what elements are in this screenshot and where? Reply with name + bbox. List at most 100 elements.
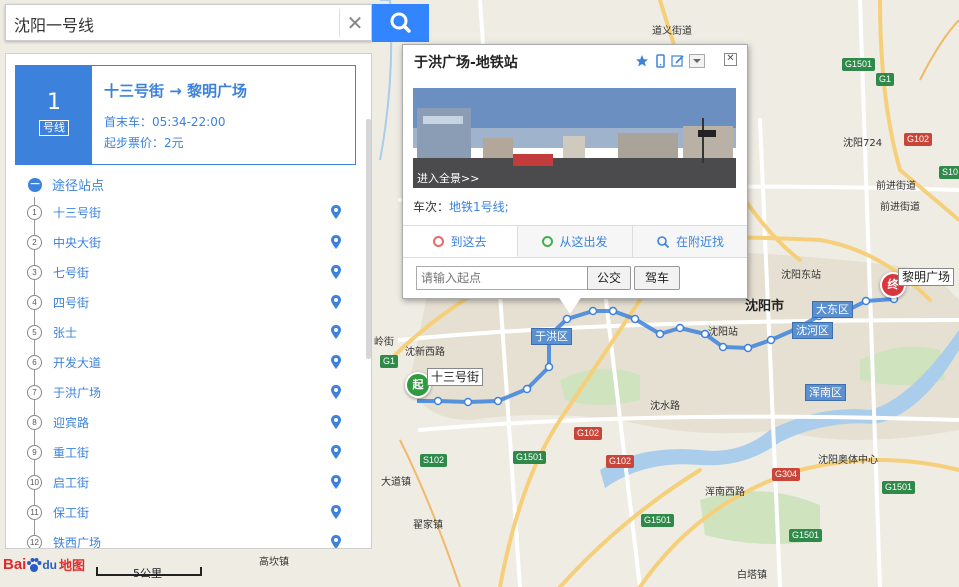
popup-title: 于洪广场-地铁站 [414, 55, 518, 71]
stop-number: 9 [27, 445, 42, 460]
stop-number: 12 [27, 535, 42, 548]
map-pin-icon[interactable] [330, 354, 342, 370]
bus-button[interactable]: 公交 [587, 266, 631, 290]
road-shield: G102 [574, 427, 603, 440]
origin-icon [542, 236, 554, 247]
stop-number: 5 [27, 325, 42, 340]
stops-toggle[interactable]: − 途径站点 [28, 175, 104, 194]
map-pin-icon[interactable] [330, 204, 342, 220]
stop-number: 10 [27, 475, 42, 490]
stop-number: 1 [27, 205, 42, 220]
road-shield: G1 [380, 355, 399, 368]
stop-item[interactable]: 10 启工街 [6, 467, 356, 497]
stop-name[interactable]: 中央大街 [53, 234, 101, 251]
stop-name[interactable]: 开发大道 [53, 354, 101, 371]
close-icon[interactable]: ✕ [339, 9, 370, 37]
stop-name[interactable]: 保工街 [53, 504, 89, 521]
district-label: 大东区 [812, 301, 853, 318]
stop-item[interactable]: 3 七号街 [6, 257, 356, 287]
map-label: 道义街道 [652, 26, 692, 37]
road-shield: G1501 [641, 514, 675, 527]
tab-label: 到这去 [450, 234, 487, 249]
search-input[interactable] [12, 10, 326, 38]
map-label: 前进街道 [876, 181, 916, 192]
map-pin-icon[interactable] [330, 324, 342, 340]
tab-start-here[interactable]: 从这出发 [518, 226, 633, 257]
tab-label: 从这出发 [559, 235, 608, 249]
map-pin-icon[interactable] [330, 504, 342, 520]
popup-pointer [558, 296, 582, 314]
drive-button[interactable]: 驾车 [634, 266, 680, 290]
baidu-map-logo[interactable]: Bai du 地图 [3, 555, 85, 574]
line-detail-panel: 1 号线 十三号街 → 黎明广场 首末车：05:34-22:00 起步票价：2元… [5, 53, 372, 549]
map-pin-icon[interactable] [330, 444, 342, 460]
tab-nearby[interactable]: 在附近找 [633, 226, 747, 257]
stop-name[interactable]: 迎宾路 [53, 414, 89, 431]
map-label: 沈阳724 [843, 138, 883, 149]
start-point-input[interactable] [416, 266, 589, 290]
stop-name[interactable]: 于洪广场 [53, 384, 101, 401]
stop-item[interactable]: 7 于洪广场 [6, 377, 356, 407]
map-pin-icon[interactable] [330, 414, 342, 430]
star-icon[interactable] [635, 54, 649, 68]
stop-item[interactable]: 11 保工街 [6, 497, 356, 527]
logo-text: Bai [3, 556, 27, 573]
stop-item[interactable]: 12 铁西广场 [6, 527, 356, 549]
stop-name[interactable]: 铁西广场 [53, 534, 101, 548]
start-marker-label: 十三号街 [427, 368, 484, 386]
road-shield: G1501 [842, 58, 876, 71]
map-pin-icon[interactable] [330, 294, 342, 310]
line-card[interactable]: 1 号线 十三号街 → 黎明广场 首末车：05:34-22:00 起步票价：2元 [15, 65, 356, 165]
tab-label: 在附近找 [675, 235, 724, 249]
stop-name[interactable]: 启工街 [53, 474, 89, 491]
tab-go-here[interactable]: 到这去 [403, 226, 518, 257]
map-label: 白塔镇 [737, 570, 767, 581]
scale-label: 5公里 [133, 567, 162, 580]
road-shield: G102 [904, 133, 933, 146]
search-button[interactable] [372, 4, 429, 42]
road-shield: G1501 [882, 481, 916, 494]
stop-name[interactable]: 张士 [53, 324, 77, 341]
map-label: 沈新西路 [405, 347, 445, 358]
stop-name[interactable]: 七号街 [53, 264, 89, 281]
edit-icon[interactable] [671, 54, 685, 68]
panorama-link[interactable]: 进入全景>> [417, 170, 479, 186]
district-label: 于洪区 [531, 328, 572, 345]
dropdown-icon[interactable] [689, 54, 705, 68]
search-icon [390, 12, 411, 33]
map-label: 翟家镇 [413, 520, 443, 531]
stop-item[interactable]: 6 开发大道 [6, 347, 356, 377]
stop-name[interactable]: 重工街 [53, 444, 89, 461]
stop-number: 3 [27, 265, 42, 280]
stop-item[interactable]: 4 四号街 [6, 287, 356, 317]
panorama-image[interactable]: 进入全景>> [413, 88, 736, 188]
train-link[interactable]: 地铁1号线; [449, 200, 509, 214]
map-pin-icon[interactable] [330, 384, 342, 400]
road-shield: G1501 [513, 451, 547, 464]
stop-item[interactable]: 1 十三号街 [6, 197, 356, 227]
line-hours: 首末车：05:34-22:00 [104, 115, 226, 129]
scrollbar[interactable] [366, 119, 371, 359]
search-box: ✕ [5, 4, 372, 41]
stops-header-label: 途径站点 [52, 179, 105, 194]
close-icon[interactable]: ✕ [724, 53, 737, 66]
map-label: 岭街 [374, 337, 394, 348]
road-shield: G102 [606, 455, 635, 468]
road-shield: S10 [939, 166, 959, 179]
map-pin-icon[interactable] [330, 264, 342, 280]
map-label: 浑南西路 [705, 487, 745, 498]
stop-name[interactable]: 四号街 [53, 294, 89, 311]
map-label: 沈水路 [650, 401, 680, 412]
stop-item[interactable]: 8 迎宾路 [6, 407, 356, 437]
map-pin-icon[interactable] [330, 534, 342, 549]
stop-item[interactable]: 5 张士 [6, 317, 356, 347]
phone-icon[interactable] [653, 54, 667, 68]
line-fare: 起步票价：2元 [104, 136, 184, 150]
stop-name[interactable]: 十三号街 [53, 204, 101, 221]
stop-item[interactable]: 2 中央大街 [6, 227, 356, 257]
map-label: 前进街道 [880, 202, 920, 213]
map-pin-icon[interactable] [330, 234, 342, 250]
stop-item[interactable]: 9 重工街 [6, 437, 356, 467]
stop-number: 2 [27, 235, 42, 250]
map-pin-icon[interactable] [330, 474, 342, 490]
